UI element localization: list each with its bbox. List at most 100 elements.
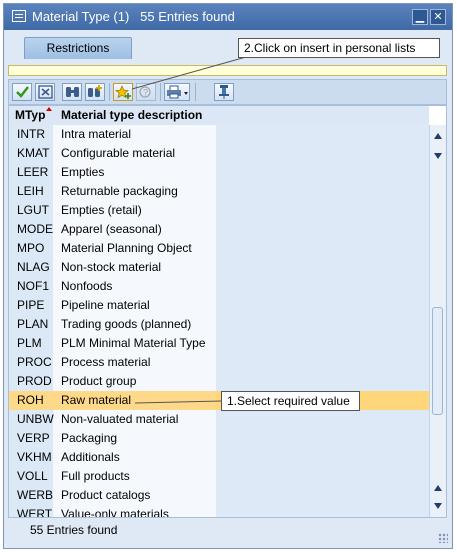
table-row[interactable]: WERT Value-only materials (9, 505, 429, 517)
value-help-dialog: Material Type (1) 55 Entries found ▁ ✕ R… (3, 3, 453, 549)
technical-info-button[interactable] (214, 83, 234, 101)
cell-description: Intra material (61, 127, 132, 141)
window-title: Material Type (1) 55 Entries found (32, 9, 235, 24)
cell-material-type: ROH (17, 393, 44, 407)
status-bar: 55 Entries found (4, 519, 452, 547)
information-button[interactable]: ? (136, 83, 156, 101)
cell-description: Process material (61, 355, 151, 369)
table-row[interactable]: KMAT Configurable material (9, 144, 429, 163)
cell-description: Additionals (61, 450, 120, 464)
table-row[interactable]: UNBW Non-valuated material (9, 410, 429, 429)
table-row[interactable]: PIPE Pipeline material (9, 296, 429, 315)
annotation-select-callout: 1.Select required value (221, 391, 360, 411)
scroll-page-up-icon[interactable] (434, 485, 442, 491)
cell-description: Non-valuated material (61, 412, 179, 426)
restrictions-area (8, 65, 447, 76)
cell-material-type: LEER (17, 165, 49, 179)
cell-material-type: WERT (17, 507, 53, 517)
find-button[interactable] (62, 83, 82, 101)
cell-description: Non-stock material (61, 260, 162, 274)
close-button[interactable]: ✕ (430, 9, 446, 25)
svg-text:?: ? (143, 88, 148, 98)
table-row[interactable]: LEER Empties (9, 163, 429, 182)
table-row[interactable]: NOF1 Nonfoods (9, 277, 429, 296)
cell-description: Empties (61, 165, 105, 179)
table-row[interactable]: VOLL Full products (9, 467, 429, 486)
cell-material-type: PLM (17, 336, 42, 350)
cell-description: Configurable material (61, 146, 176, 160)
table-row[interactable]: VERP Packaging (9, 429, 429, 448)
cell-material-type: NLAG (17, 260, 50, 274)
close-box-icon (38, 85, 53, 99)
table-row[interactable]: MPO Material Planning Object (9, 239, 429, 258)
star-plus-icon (115, 84, 131, 99)
insert-personal-list-button[interactable] (113, 83, 133, 101)
find-next-button[interactable] (85, 83, 105, 101)
cell-description: Packaging (61, 431, 118, 445)
table-row[interactable]: PLAN Trading goods (planned) (9, 315, 429, 334)
cell-description: Product group (61, 374, 137, 388)
cell-material-type: WERB (17, 488, 53, 502)
table-row[interactable]: PROD Product group (9, 372, 429, 391)
cell-material-type: PROC (17, 355, 52, 369)
table-row[interactable]: NLAG Non-stock material (9, 258, 429, 277)
cell-description: Value-only materials (61, 507, 169, 517)
cell-material-type: UNBW (17, 412, 54, 426)
table-row-selected[interactable]: ROH Raw material (9, 391, 429, 410)
toolbar: ? (8, 79, 447, 105)
cell-material-type: VOLL (17, 469, 48, 483)
table-header: MTyp Material type description (9, 106, 429, 126)
window-icon (12, 10, 26, 22)
cell-material-type: VERP (17, 431, 50, 445)
cell-description: Product catalogs (61, 488, 151, 502)
column-header-mtyp[interactable]: MTyp (15, 108, 45, 122)
annotation-insert-callout: 2.Click on insert in personal lists (238, 38, 440, 58)
table-body: INTR Intra material KMAT Configurable mater… (9, 125, 429, 517)
scroll-up-icon[interactable] (434, 133, 442, 139)
table-row[interactable]: PLM PLM Minimal Material Type (9, 334, 429, 353)
cell-description: PLM Minimal Material Type (61, 336, 206, 350)
tab-restrictions[interactable]: Restrictions (24, 37, 132, 59)
cell-material-type: VKHM (17, 450, 52, 464)
binoculars-plus-icon (88, 85, 102, 97)
table-row[interactable]: VKHM Additionals (9, 448, 429, 467)
print-button[interactable] (164, 83, 190, 101)
cell-description: Returnable packaging (61, 184, 178, 198)
binoculars-icon (66, 87, 79, 97)
table-row[interactable]: PROC Process material (9, 353, 429, 372)
scroll-page-down-icon[interactable] (434, 153, 442, 159)
cell-material-type: PROD (17, 374, 52, 388)
cell-description: Empties (retail) (61, 203, 142, 217)
toolbar-separator (160, 83, 161, 101)
title-bar: Material Type (1) 55 Entries found ▁ ✕ (4, 4, 452, 30)
cell-material-type: MPO (17, 241, 45, 255)
table-row[interactable]: LGUT Empties (retail) (9, 201, 429, 220)
cell-description: Nonfoods (61, 279, 113, 293)
table-row[interactable]: WERB Product catalogs (9, 486, 429, 505)
continue-button[interactable] (12, 83, 32, 101)
status-text: 55 Entries found (30, 523, 118, 537)
checkmark-icon (16, 86, 29, 98)
table-row[interactable]: INTR Intra material (9, 125, 429, 144)
vertical-scrollbar[interactable] (429, 125, 446, 517)
cell-material-type: INTR (17, 127, 45, 141)
table-row[interactable]: MODE Apparel (seasonal) (9, 220, 429, 239)
help-icon: ? (139, 86, 151, 98)
table-row[interactable]: LEIH Returnable packaging (9, 182, 429, 201)
resize-grip-icon[interactable] (438, 533, 448, 543)
sort-ascending-icon (46, 107, 52, 111)
toolbar-separator (109, 83, 110, 101)
cell-description: Pipeline material (61, 298, 150, 312)
cell-material-type: MODE (17, 222, 53, 236)
cancel-button[interactable] (35, 83, 55, 101)
minimize-button[interactable]: ▁ (412, 9, 428, 25)
scroll-thumb[interactable] (432, 307, 443, 415)
column-header-description[interactable]: Material type description (61, 108, 202, 122)
toolbar-separator (195, 83, 196, 101)
cell-description: Raw material (61, 393, 132, 407)
hit-list-table: MTyp Material type description INTR Intra… (8, 105, 447, 518)
cell-material-type: LGUT (17, 203, 50, 217)
cell-material-type: LEIH (17, 184, 44, 198)
scroll-down-icon[interactable] (434, 503, 442, 509)
cell-material-type: PLAN (17, 317, 49, 331)
